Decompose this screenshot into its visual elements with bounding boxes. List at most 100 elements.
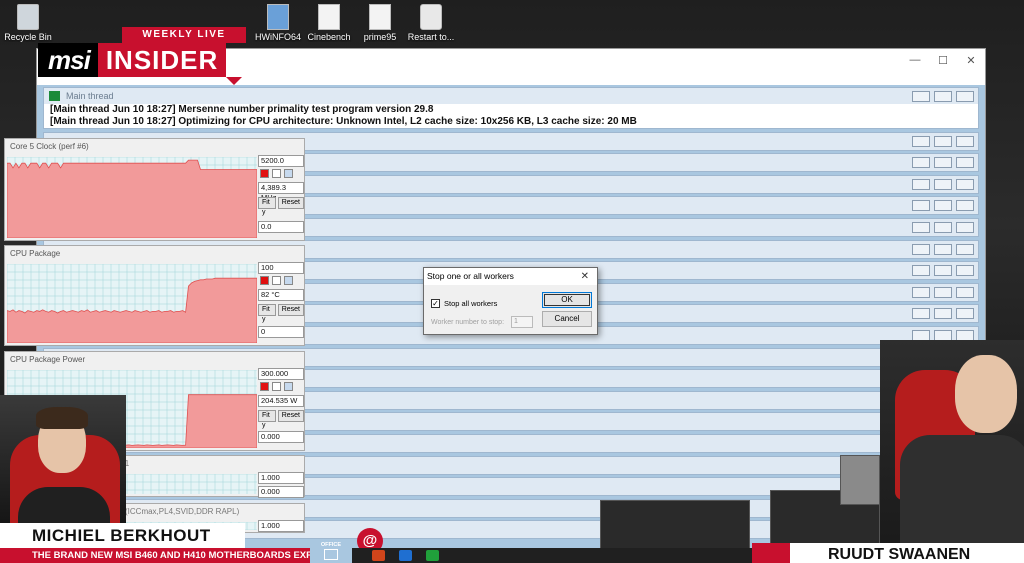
- child-maximize-button[interactable]: [934, 178, 952, 190]
- ok-button[interactable]: OK: [542, 292, 592, 308]
- close-button[interactable]: ✕: [957, 54, 985, 67]
- child-minimize-button[interactable]: [912, 157, 930, 169]
- graph-controls: 5200.0 4,389.3 MHzFit yReset 0.0: [258, 155, 304, 235]
- desktop-icon-prime95[interactable]: prime95: [352, 4, 408, 42]
- child-close-button[interactable]: [956, 221, 974, 233]
- graph-buttons: Fit y Reset: [258, 410, 304, 429]
- prime95-taskbar-icon[interactable]: [426, 550, 439, 561]
- stream-frame: Recycle Bin HWiNFO64 Cinebench prime95 R…: [0, 0, 1024, 563]
- color-swatch[interactable]: [260, 169, 269, 178]
- graph-title-fragment: (ICCmax,PL4,SVID,DDR RAPL): [125, 507, 240, 516]
- child-close-button[interactable]: [956, 243, 974, 255]
- child-close-button[interactable]: [956, 308, 974, 320]
- fit-y-button[interactable]: Fit y: [258, 410, 276, 429]
- desktop-icon-cinebench[interactable]: Cinebench: [301, 4, 357, 42]
- graph-color-swatches: [258, 169, 304, 179]
- child-minimize-button[interactable]: [912, 221, 930, 233]
- graph-controls: 1.000 0.000: [258, 472, 304, 500]
- reset-button[interactable]: Reset: [277, 304, 304, 316]
- lower-third-left: MICHIEL BERKHOUT THE BRAND NEW MSI B460 …: [0, 523, 310, 563]
- child-maximize-button[interactable]: [934, 135, 952, 147]
- color-swatch[interactable]: [260, 276, 269, 285]
- desktop-icon-restart[interactable]: Restart to...: [403, 4, 459, 42]
- graph-buttons: Fit y Reset: [258, 197, 304, 216]
- close-icon[interactable]: ✕: [581, 268, 589, 285]
- graph-max-value[interactable]: 5200.0: [258, 155, 304, 167]
- child-close-button[interactable]: [956, 200, 974, 212]
- desktop-icon-label: Restart to...: [407, 32, 455, 42]
- desktop-icon-recycle-bin[interactable]: Recycle Bin: [0, 4, 56, 42]
- color-swatch[interactable]: [272, 169, 281, 178]
- desktop-icon-label: HWiNFO64: [254, 32, 301, 42]
- graph-max-value[interactable]: 1.000: [258, 472, 304, 484]
- color-swatch[interactable]: [272, 276, 281, 285]
- gear-icon: [420, 4, 442, 30]
- graph-min-value[interactable]: 0.000: [258, 431, 304, 443]
- child-close-button[interactable]: [956, 157, 974, 169]
- child-minimize-button[interactable]: [912, 135, 930, 147]
- desktop-icon-label: Cinebench: [307, 32, 351, 42]
- desktop-icon-label: prime95: [363, 32, 397, 42]
- graph-title: CPU Package: [10, 249, 61, 258]
- child-minimize-button[interactable]: [912, 200, 930, 212]
- color-swatch[interactable]: [272, 382, 281, 391]
- graph-current-value: 82 °C: [258, 289, 304, 301]
- child-minimize-button[interactable]: [912, 178, 930, 190]
- motherboard: [600, 500, 750, 550]
- child-minimize-button[interactable]: [912, 243, 930, 255]
- hwinfo-icon: [267, 4, 289, 30]
- banner-pointer: [226, 77, 242, 85]
- office-badge: OFFICE: [310, 542, 352, 563]
- child-maximize-button[interactable]: [934, 265, 952, 277]
- worker-number-label: Worker number to stop:: [431, 319, 505, 326]
- child-maximize-button[interactable]: [934, 221, 952, 233]
- banner-weekly-live-stream: WEEKLY LIVE STREAM: [122, 27, 246, 56]
- child-minimize-button[interactable]: [912, 308, 930, 320]
- color-swatch[interactable]: [284, 169, 293, 178]
- graph-plot: [7, 264, 257, 343]
- cancel-button[interactable]: Cancel: [542, 311, 592, 327]
- child-minimize-button[interactable]: [912, 286, 930, 298]
- child-close-button[interactable]: [956, 265, 974, 277]
- graph-series-area: [7, 159, 257, 238]
- child-minimize-button[interactable]: [912, 265, 930, 277]
- graph-max-value[interactable]: 300.000: [258, 368, 304, 380]
- child-close-button[interactable]: [956, 286, 974, 298]
- child-maximize-button[interactable]: [934, 308, 952, 320]
- child-maximize-button[interactable]: [934, 286, 952, 298]
- main-thread-title: Main thread: [66, 91, 114, 101]
- child-close-button[interactable]: [956, 91, 974, 102]
- graph-min-value[interactable]: 0.0: [258, 221, 304, 233]
- graph-min-value[interactable]: 0: [258, 326, 304, 338]
- color-swatch[interactable]: [260, 382, 269, 391]
- word-icon[interactable]: [399, 550, 412, 561]
- graph-current-value: 204.535 W: [258, 395, 304, 407]
- desktop-icon-hwinfo[interactable]: HWiNFO64: [250, 4, 306, 42]
- color-swatch[interactable]: [284, 382, 293, 391]
- fit-y-button[interactable]: Fit y: [258, 304, 276, 323]
- child-minimize-button[interactable]: [912, 91, 930, 102]
- maximize-button[interactable]: ☐: [929, 54, 957, 67]
- child-close-button[interactable]: [956, 135, 974, 147]
- child-maximize-button[interactable]: [934, 91, 952, 102]
- child-close-button[interactable]: [956, 178, 974, 190]
- minimize-button[interactable]: —: [901, 54, 929, 66]
- child-maximize-button[interactable]: [934, 200, 952, 212]
- reset-button[interactable]: Reset: [277, 410, 304, 422]
- main-thread-titlebar: Main thread: [44, 88, 978, 104]
- color-swatch[interactable]: [284, 276, 293, 285]
- child-maximize-button[interactable]: [934, 243, 952, 255]
- stop-all-workers-checkbox[interactable]: ✓ Stop all workers: [431, 299, 497, 308]
- child-maximize-button[interactable]: [934, 157, 952, 169]
- graph-max-value[interactable]: 100: [258, 262, 304, 274]
- reset-button[interactable]: Reset: [277, 197, 304, 209]
- worker-number-input[interactable]: 1: [511, 316, 533, 328]
- chrome-icon[interactable]: [372, 550, 385, 561]
- main-thread-window[interactable]: Main thread [Main thread Jun 10 18:27] M…: [43, 87, 979, 129]
- checkbox-box[interactable]: ✓: [431, 299, 440, 308]
- fit-y-button[interactable]: Fit y: [258, 197, 276, 216]
- taskbar: [352, 548, 752, 563]
- graph-min-value[interactable]: 0.000: [258, 486, 304, 498]
- sensor-graph-panel: Core 5 Clock (perf #6) 5200.0 4,389.3 MHzF…: [4, 138, 305, 241]
- person-torso: [18, 487, 110, 525]
